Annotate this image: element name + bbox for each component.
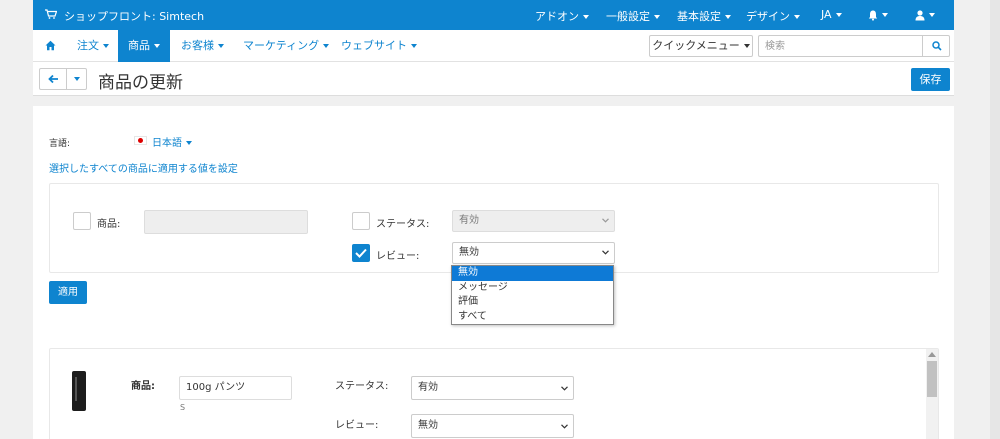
review-option-disabled[interactable]: 無効: [452, 266, 613, 281]
menu-language[interactable]: JA: [821, 8, 842, 21]
status-checkbox[interactable]: [352, 212, 370, 230]
review-select[interactable]: 無効: [452, 242, 615, 264]
checkmark-icon: [355, 248, 367, 258]
caret-down-icon: [186, 141, 192, 145]
product-label: 商品:: [97, 219, 121, 230]
top-bar: ショップフロント: Simtech アドオン 一般設定 基本設定 デザイン JA: [33, 0, 954, 30]
review-option-messages[interactable]: メッセージ: [452, 281, 613, 296]
caret-down-icon: [154, 44, 160, 48]
search-icon: [932, 41, 942, 51]
product-sub-label: S: [180, 403, 186, 412]
caret-down-icon: [103, 44, 109, 48]
window-edge: [990, 0, 1000, 439]
language-label: 言語:: [49, 139, 71, 149]
arrow-left-icon: [48, 74, 58, 84]
menu-basic-settings[interactable]: 基本設定: [677, 8, 731, 24]
scroll-up-arrow-icon[interactable]: [928, 352, 936, 357]
status-select[interactable]: 有効: [452, 210, 615, 232]
product-field[interactable]: [144, 210, 308, 234]
list-scrollbar[interactable]: [926, 349, 938, 439]
japan-flag-icon: [134, 136, 147, 145]
menu-general-settings[interactable]: 一般設定: [606, 8, 660, 24]
menu-design[interactable]: デザイン: [746, 8, 800, 24]
menu-addons[interactable]: アドオン: [535, 8, 589, 24]
page-title: 商品の更新: [98, 73, 183, 93]
caret-down-icon: [218, 44, 224, 48]
caret-down-icon: [929, 13, 935, 17]
chevron-down-icon: [602, 250, 609, 255]
back-button[interactable]: [39, 68, 67, 90]
review-label: レビュー:: [376, 251, 420, 262]
apply-button[interactable]: 適用: [49, 281, 87, 304]
caret-down-icon: [411, 44, 417, 48]
nav-website[interactable]: ウェブサイト: [341, 30, 417, 62]
bulk-values-link[interactable]: 選択したすべての商品に適用する値を設定: [49, 160, 238, 175]
product-name-input[interactable]: 100g パンツ: [179, 376, 292, 400]
main-navigation: 注文 商品 お客様 マーケティング ウェブサイト クイックメニュー: [33, 30, 954, 62]
caret-down-icon: [882, 13, 888, 17]
back-dropdown-button[interactable]: [67, 68, 87, 90]
product-list-panel: 商品: 100g パンツ S ステータス: 有効 レビュー: 無効: [49, 348, 939, 439]
home-icon[interactable]: [45, 40, 56, 51]
review-options-list: 無効 メッセージ 評価 すべて: [451, 265, 614, 325]
save-button[interactable]: 保存: [911, 68, 950, 91]
caret-down-icon: [794, 15, 800, 19]
caret-down-icon: [323, 44, 330, 48]
user-icon: [915, 9, 925, 20]
search-button[interactable]: [922, 35, 950, 57]
bulk-edit-panel: 商品: ステータス: 有効 レビュー: 無効: [49, 183, 939, 273]
notifications-menu[interactable]: [868, 8, 888, 21]
chevron-down-icon: [602, 218, 609, 223]
nav-marketing[interactable]: マーケティング: [243, 30, 330, 62]
status-label: ステータス:: [335, 381, 389, 392]
language-select[interactable]: 日本語: [152, 134, 192, 149]
cart-icon[interactable]: [45, 9, 57, 19]
product-thumbnail[interactable]: [72, 371, 86, 411]
caret-down-icon: [654, 15, 660, 19]
status-label: ステータス:: [376, 219, 430, 230]
review-label: レビュー:: [335, 420, 379, 431]
store-name[interactable]: ショップフロント: Simtech: [64, 8, 204, 24]
review-checkbox[interactable]: [352, 244, 370, 262]
review-option-rating[interactable]: 評価: [452, 295, 613, 310]
chevron-down-icon: [561, 386, 568, 391]
product-status-select[interactable]: 有効: [411, 376, 574, 400]
nav-products[interactable]: 商品: [118, 30, 170, 62]
caret-down-icon: [73, 77, 80, 81]
quick-menu-button[interactable]: クイックメニュー: [649, 35, 753, 57]
product-checkbox[interactable]: [73, 212, 91, 230]
nav-customers[interactable]: お客様: [181, 30, 224, 62]
scroll-thumb[interactable]: [927, 361, 937, 397]
caret-down-icon: [743, 44, 750, 48]
nav-orders[interactable]: 注文: [77, 30, 109, 62]
caret-down-icon: [583, 15, 589, 19]
product-review-select[interactable]: 無効: [411, 414, 574, 438]
review-option-all[interactable]: すべて: [452, 310, 613, 325]
chevron-down-icon: [561, 424, 568, 429]
product-label: 商品:: [131, 381, 155, 392]
caret-down-icon: [725, 15, 731, 19]
bell-icon: [868, 10, 878, 21]
caret-down-icon: [835, 13, 842, 17]
page-header: 商品の更新 保存: [33, 62, 954, 96]
search-input[interactable]: [758, 35, 922, 57]
user-menu[interactable]: [915, 8, 935, 21]
